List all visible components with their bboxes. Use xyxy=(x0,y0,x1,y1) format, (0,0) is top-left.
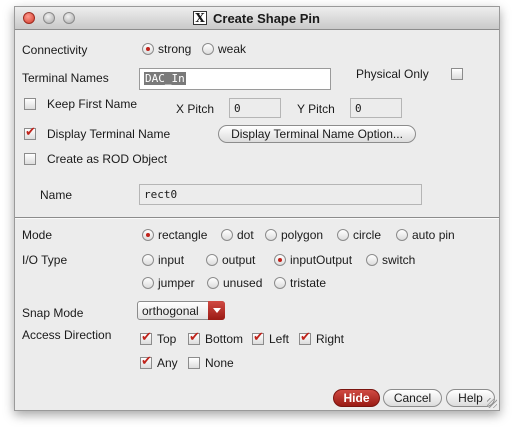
snap-mode-dropdown[interactable]: orthogonal xyxy=(137,301,225,320)
connectivity-label: Connectivity xyxy=(22,43,88,57)
keep-first-name-checkbox[interactable] xyxy=(24,98,36,110)
io-input-label: input xyxy=(158,253,185,267)
io-jumper-radio[interactable] xyxy=(142,277,154,289)
access-none-label: None xyxy=(205,356,234,370)
access-bottom-label: Bottom xyxy=(205,332,244,346)
io-jumper-label: jumper xyxy=(158,276,195,290)
window-title: Create Shape Pin xyxy=(213,11,320,26)
access-right-checkbox[interactable] xyxy=(299,330,311,345)
resize-grip-icon[interactable] xyxy=(487,398,497,408)
name-label: Name xyxy=(40,188,73,202)
connectivity-strong-label: strong xyxy=(158,42,192,56)
access-left-label: Left xyxy=(269,332,290,346)
snap-mode-value: orthogonal xyxy=(142,304,199,318)
close-icon[interactable] xyxy=(23,12,35,24)
zoom-icon[interactable] xyxy=(63,12,75,24)
cancel-button[interactable]: Cancel xyxy=(383,389,442,407)
terminal-names-value: DAC_In xyxy=(144,72,186,85)
y-pitch-value: 0 xyxy=(355,102,362,115)
keep-first-name-label: Keep First Name xyxy=(47,97,138,111)
create-rod-object-checkbox[interactable] xyxy=(24,153,36,165)
io-type-label: I/O Type xyxy=(22,253,68,267)
io-input-radio[interactable] xyxy=(142,254,154,266)
minimize-icon[interactable] xyxy=(43,12,55,24)
y-pitch-label: Y Pitch xyxy=(297,102,335,116)
connectivity-weak-radio[interactable] xyxy=(202,43,214,55)
mode-dot-label: dot xyxy=(237,228,254,242)
name-value: rect0 xyxy=(144,188,178,201)
io-output-radio[interactable] xyxy=(206,254,218,266)
mode-auto-pin-label: auto pin xyxy=(412,228,455,242)
title-bar[interactable]: X Create Shape Pin xyxy=(15,7,499,30)
name-input[interactable]: rect0 xyxy=(139,184,422,205)
io-unused-label: unused xyxy=(223,276,263,290)
chevron-down-icon xyxy=(208,301,225,320)
io-unused-radio[interactable] xyxy=(207,277,219,289)
io-tristate-radio[interactable] xyxy=(274,277,286,289)
io-inputoutput-radio[interactable] xyxy=(274,254,286,266)
access-direction-label: Access Direction xyxy=(22,328,112,342)
access-any-checkbox[interactable] xyxy=(140,354,152,369)
mode-polygon-label: polygon xyxy=(281,228,324,242)
display-terminal-name-option-button[interactable]: Display Terminal Name Option... xyxy=(218,125,416,143)
mode-circle-radio[interactable] xyxy=(337,229,349,241)
physical-only-label: Physical Only xyxy=(356,67,429,81)
display-terminal-name-checkbox[interactable] xyxy=(24,125,36,140)
snap-mode-label: Snap Mode xyxy=(22,306,84,320)
y-pitch-input[interactable]: 0 xyxy=(350,98,402,118)
io-switch-label: switch xyxy=(382,253,416,267)
create-rod-object-label: Create as ROD Object xyxy=(47,152,168,166)
x-pitch-input[interactable]: 0 xyxy=(229,98,281,118)
mode-dot-radio[interactable] xyxy=(221,229,233,241)
hide-button[interactable]: Hide xyxy=(333,389,380,407)
io-switch-radio[interactable] xyxy=(366,254,378,266)
terminal-names-input[interactable]: DAC_In xyxy=(139,68,331,90)
access-right-label: Right xyxy=(316,332,345,346)
access-top-label: Top xyxy=(157,332,177,346)
connectivity-strong-radio[interactable] xyxy=(142,43,154,55)
physical-only-checkbox[interactable] xyxy=(451,68,463,80)
mode-rectangle-radio[interactable] xyxy=(142,229,154,241)
access-none-checkbox[interactable] xyxy=(188,357,200,369)
mode-circle-label: circle xyxy=(353,228,382,242)
io-inputoutput-label: inputOutput xyxy=(290,253,353,267)
mode-auto-pin-radio[interactable] xyxy=(396,229,408,241)
x-pitch-value: 0 xyxy=(234,102,241,115)
access-bottom-checkbox[interactable] xyxy=(188,330,200,345)
access-left-checkbox[interactable] xyxy=(252,330,264,345)
display-terminal-name-label: Display Terminal Name xyxy=(47,127,171,141)
connectivity-weak-label: weak xyxy=(218,42,247,56)
section-divider xyxy=(15,217,499,219)
mode-rectangle-label: rectangle xyxy=(158,228,208,242)
io-tristate-label: tristate xyxy=(290,276,327,290)
access-any-label: Any xyxy=(157,356,178,370)
mode-polygon-radio[interactable] xyxy=(265,229,277,241)
io-output-label: output xyxy=(222,253,256,267)
x-pitch-label: X Pitch xyxy=(176,102,215,116)
x-window-icon: X xyxy=(193,11,207,25)
mode-label: Mode xyxy=(22,228,53,242)
create-shape-pin-dialog: X Create Shape Pin Connectivity strong w… xyxy=(14,6,500,411)
terminal-names-label: Terminal Names xyxy=(22,71,109,85)
access-top-checkbox[interactable] xyxy=(140,330,152,345)
